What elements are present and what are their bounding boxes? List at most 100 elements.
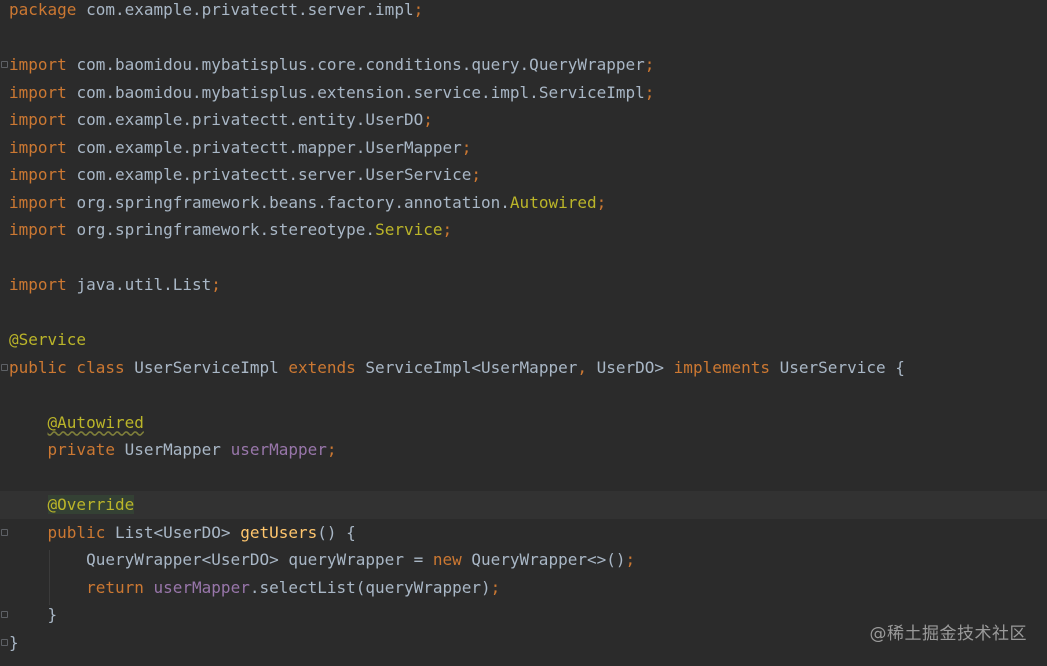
code-line[interactable] — [0, 381, 1047, 409]
code-token: com.baomidou.mybatisplus.extension.servi… — [76, 82, 645, 102]
code-text: public class UserServiceImpl extends Ser… — [9, 354, 905, 382]
code-line[interactable]: @Service — [0, 326, 1047, 354]
code-token: UserDO> — [596, 357, 674, 377]
code-token: ; — [490, 577, 501, 597]
code-line[interactable]: return userMapper.selectList(queryWrappe… — [0, 574, 1047, 602]
code-token: java.util.List — [76, 275, 212, 294]
code-token: ; — [644, 82, 655, 102]
code-line[interactable]: import com.baomidou.mybatisplus.core.con… — [0, 51, 1047, 79]
code-line[interactable]: package com.example.privatectt.server.im… — [0, 0, 1047, 24]
code-token: implements — [673, 357, 780, 377]
code-token: QueryWrapper<UserDO> queryWrapper = — [86, 550, 433, 569]
code-token: private — [47, 440, 125, 459]
code-token: import — [9, 137, 77, 157]
code-token: import — [9, 110, 77, 129]
code-text: @Autowired — [9, 409, 144, 437]
code-token: org.springframework.beans.factory.annota… — [76, 192, 510, 212]
code-token: import — [9, 192, 77, 212]
code-token: } — [9, 632, 19, 652]
code-text: QueryWrapper<UserDO> queryWrapper = new … — [9, 546, 635, 574]
code-line[interactable]: import com.example.privatectt.mapper.Use… — [0, 134, 1047, 162]
code-token: userMapper — [153, 577, 250, 597]
code-token: import — [9, 275, 77, 294]
code-text: import org.springframework.beans.factory… — [9, 189, 606, 217]
code-token: Service — [375, 220, 443, 239]
code-token: ; — [442, 220, 453, 239]
code-token: ; — [461, 137, 472, 157]
code-line[interactable]: import org.springframework.beans.factory… — [0, 189, 1047, 217]
code-line[interactable]: private UserMapper userMapper; — [0, 436, 1047, 464]
code-text: public List<UserDO> getUsers() { — [9, 519, 356, 547]
code-token: new — [432, 550, 472, 569]
code-line[interactable]: import org.springframework.stereotype.Se… — [0, 216, 1047, 244]
code-line[interactable] — [0, 244, 1047, 272]
code-text: import com.example.privatectt.entity.Use… — [9, 106, 433, 134]
code-line[interactable] — [0, 299, 1047, 327]
code-token: ; — [423, 110, 433, 129]
code-token: ; — [326, 440, 337, 459]
code-token: public — [47, 522, 115, 542]
code-token: ; — [413, 0, 424, 19]
code-token: import — [9, 165, 77, 184]
code-token: UserServiceImpl — [134, 357, 289, 377]
fold-marker-icon[interactable] — [1, 528, 8, 536]
code-token: com.baomidou.mybatisplus.core.conditions… — [76, 55, 645, 74]
code-token: } — [9, 605, 58, 624]
code-token: () { — [317, 522, 356, 542]
code-text: @Service — [9, 326, 86, 354]
code-line[interactable]: QueryWrapper<UserDO> queryWrapper = new … — [0, 546, 1047, 574]
code-token: import — [9, 82, 77, 102]
code-token: ; — [644, 55, 655, 74]
code-line[interactable]: @Autowired — [0, 409, 1047, 437]
code-token: return — [86, 577, 154, 597]
code-line[interactable] — [0, 24, 1047, 52]
code-token: ; — [596, 192, 607, 212]
code-token: com.example.privatectt.server.impl — [86, 0, 414, 19]
code-token: , — [577, 357, 597, 377]
code-line[interactable]: import java.util.List; — [0, 271, 1047, 299]
code-token: com.example.privatectt.entity.UserDO — [76, 110, 424, 129]
code-token: @Service — [9, 330, 87, 349]
code-token: import — [9, 55, 77, 74]
code-line[interactable] — [0, 464, 1047, 492]
code-text: } — [9, 601, 58, 629]
code-token: org.springframework.stereotype. — [76, 220, 376, 239]
code-token: userMapper — [230, 440, 327, 459]
code-token: com.example.privatectt.mapper.UserMapper — [76, 137, 462, 157]
code-line[interactable]: public class UserServiceImpl extends Ser… — [0, 354, 1047, 382]
code-token: @Override — [47, 495, 135, 514]
code-token: import — [9, 220, 77, 239]
code-token: List<UserDO> — [114, 522, 241, 542]
code-text: private UserMapper userMapper; — [9, 436, 337, 464]
code-line[interactable]: import com.baomidou.mybatisplus.extensio… — [0, 79, 1047, 107]
code-text: import com.baomidou.mybatisplus.extensio… — [9, 79, 654, 107]
code-token: QueryWrapper<>() — [471, 550, 626, 569]
fold-marker-icon[interactable] — [1, 611, 8, 618]
watermark: @稀土掘金技术社区 — [869, 624, 1027, 644]
code-token: public class — [9, 357, 135, 377]
code-line[interactable]: public List<UserDO> getUsers() { — [0, 519, 1047, 547]
code-line[interactable]: import com.example.privatectt.server.Use… — [0, 161, 1047, 189]
code-text: @Override — [9, 491, 135, 519]
code-text: import com.example.privatectt.server.Use… — [9, 161, 481, 189]
code-token: Autowired — [509, 192, 597, 212]
code-text: import org.springframework.stereotype.Se… — [9, 216, 452, 244]
fold-marker-icon[interactable] — [1, 638, 8, 646]
code-text: return userMapper.selectList(queryWrappe… — [9, 574, 500, 602]
code-token: extends — [288, 357, 366, 377]
code-token: UserMapper — [124, 440, 231, 459]
code-token: com.example.privatectt.server.UserServic… — [76, 165, 472, 184]
fold-marker-icon[interactable] — [1, 363, 8, 371]
code-token: ; — [625, 550, 636, 569]
code-line[interactable]: import com.example.privatectt.entity.Use… — [0, 106, 1047, 134]
code-token: ServiceImpl<UserMapper — [365, 357, 578, 377]
fold-marker-icon[interactable] — [1, 61, 8, 68]
code-text: } — [9, 629, 19, 657]
code-editor[interactable]: package com.example.privatectt.server.im… — [0, 0, 1047, 666]
code-line[interactable]: @Override — [0, 491, 1047, 519]
